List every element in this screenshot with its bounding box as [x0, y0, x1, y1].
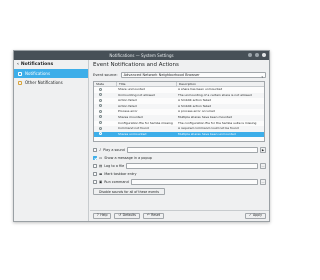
reset-button[interactable]: ↶ Reset — [142, 212, 165, 220]
chevron-down-icon: ▾ — [261, 74, 263, 79]
column-header-state[interactable]: State — [94, 82, 116, 86]
command-field[interactable] — [130, 179, 258, 185]
mark-taskbar-label: Mark taskbar entry — [104, 172, 137, 176]
back-arrow-icon[interactable]: ‹ — [17, 60, 19, 69]
row-title-cell: Shares unmounted — [118, 131, 147, 136]
browse-command-button[interactable]: … — [260, 179, 266, 185]
reset-label: Reset — [151, 213, 161, 218]
show-popup-option: ▭ Show a message in a popup — [93, 154, 266, 162]
minimize-button[interactable] — [248, 53, 252, 57]
play-button[interactable]: ▶ — [260, 147, 266, 153]
apply-button[interactable]: ✓ Apply — [244, 212, 266, 220]
taskbar-icon: ▬ — [99, 172, 103, 176]
play-sound-label: Play a sound — [103, 148, 125, 152]
window-title: Notifications — System Settings — [109, 53, 174, 58]
state-icon — [99, 132, 102, 136]
mark-taskbar-option: ▬ Mark taskbar entry — [93, 170, 266, 178]
sidebar-header-label: Notifications — [20, 62, 54, 67]
reset-icon: ↶ — [146, 213, 150, 218]
state-icon — [99, 87, 102, 91]
event-source-select[interactable]: Advanced Network Neighborhood Browser ▾ — [120, 72, 266, 79]
sound-file-field[interactable] — [126, 147, 258, 153]
defaults-button[interactable]: ↺ Defaults — [114, 212, 140, 220]
browse-button[interactable]: … — [260, 163, 266, 169]
close-button[interactable] — [262, 53, 266, 57]
defaults-label: Defaults — [122, 213, 136, 218]
state-icon — [99, 115, 102, 119]
bell-icon — [18, 80, 22, 85]
apply-icon: ✓ — [248, 213, 252, 218]
main-content: Event Notifications and Actions Event so… — [90, 60, 269, 221]
state-icon — [99, 126, 102, 130]
terminal-icon: ▣ — [99, 180, 103, 184]
footer-toolbar: ? Help ↺ Defaults ↶ Reset ✓ Apply — [90, 210, 269, 221]
apply-label: Apply — [253, 213, 262, 218]
title-bar[interactable]: Notifications — System Settings — [14, 51, 269, 60]
help-icon: ? — [97, 213, 99, 218]
disable-sounds-button[interactable]: Disable sounds for all of these events — [93, 188, 165, 195]
sidebar-item-label: Other Notifications — [25, 80, 63, 85]
speaker-icon: ♪ — [99, 148, 102, 152]
file-icon: ▤ — [99, 164, 103, 168]
sidebar-item-other-notifications[interactable]: Other Notifications — [14, 78, 88, 87]
help-label: Help — [100, 213, 108, 218]
row-description-cell: Multiple shares have been unmounted — [178, 131, 236, 136]
state-icon — [99, 104, 102, 108]
play-sound-checkbox[interactable] — [93, 148, 97, 152]
show-popup-checkbox[interactable] — [93, 156, 97, 160]
state-icon — [99, 98, 102, 102]
window-controls — [248, 53, 266, 57]
event-source-row: Event source: Advanced Network Neighborh… — [93, 71, 266, 79]
page-title: Event Notifications and Actions — [93, 62, 179, 68]
event-options: ♪ Play a sound ▶ ▭ Show a message in a p… — [93, 146, 266, 195]
row-state-cell — [94, 132, 116, 138]
sidebar: ‹ Notifications Notifications Other Noti… — [14, 60, 89, 221]
play-sound-option: ♪ Play a sound ▶ — [93, 146, 266, 154]
show-popup-label: Show a message in a popup — [104, 156, 152, 160]
defaults-icon: ↺ — [118, 213, 122, 218]
column-header-title[interactable]: Title — [116, 82, 176, 86]
events-table: State Title Description Share unmounted A… — [93, 81, 265, 142]
table-row[interactable]: Shares unmounted Multiple shares have bee… — [94, 131, 264, 138]
event-source-label: Event source: — [93, 73, 118, 77]
log-file-field[interactable] — [126, 163, 258, 169]
sidebar-header: ‹ Notifications — [14, 60, 88, 69]
log-file-label: Log to a file — [104, 164, 125, 168]
state-icon — [99, 109, 102, 113]
table-body: Share unmounted A share has been unmounte… — [94, 87, 264, 138]
run-command-label: Run command — [104, 180, 129, 184]
help-button[interactable]: ? Help — [93, 212, 112, 220]
notification-icon — [18, 71, 22, 76]
run-command-checkbox[interactable] — [93, 180, 97, 184]
sidebar-item-notifications[interactable]: Notifications — [14, 69, 88, 78]
settings-window: Notifications — System Settings ‹ Notifi… — [13, 50, 270, 222]
event-source-value: Advanced Network Neighborhood Browser — [123, 73, 200, 77]
log-file-checkbox[interactable] — [93, 164, 97, 168]
state-icon — [99, 93, 102, 97]
sidebar-item-label: Notifications — [25, 71, 51, 76]
maximize-button[interactable] — [255, 53, 259, 57]
run-command-option: ▣ Run command … — [93, 178, 266, 186]
column-header-description[interactable]: Description — [176, 82, 264, 86]
mark-taskbar-checkbox[interactable] — [93, 172, 97, 176]
popup-icon: ▭ — [99, 156, 103, 160]
log-file-option: ▤ Log to a file … — [93, 162, 266, 170]
state-icon — [99, 121, 102, 125]
